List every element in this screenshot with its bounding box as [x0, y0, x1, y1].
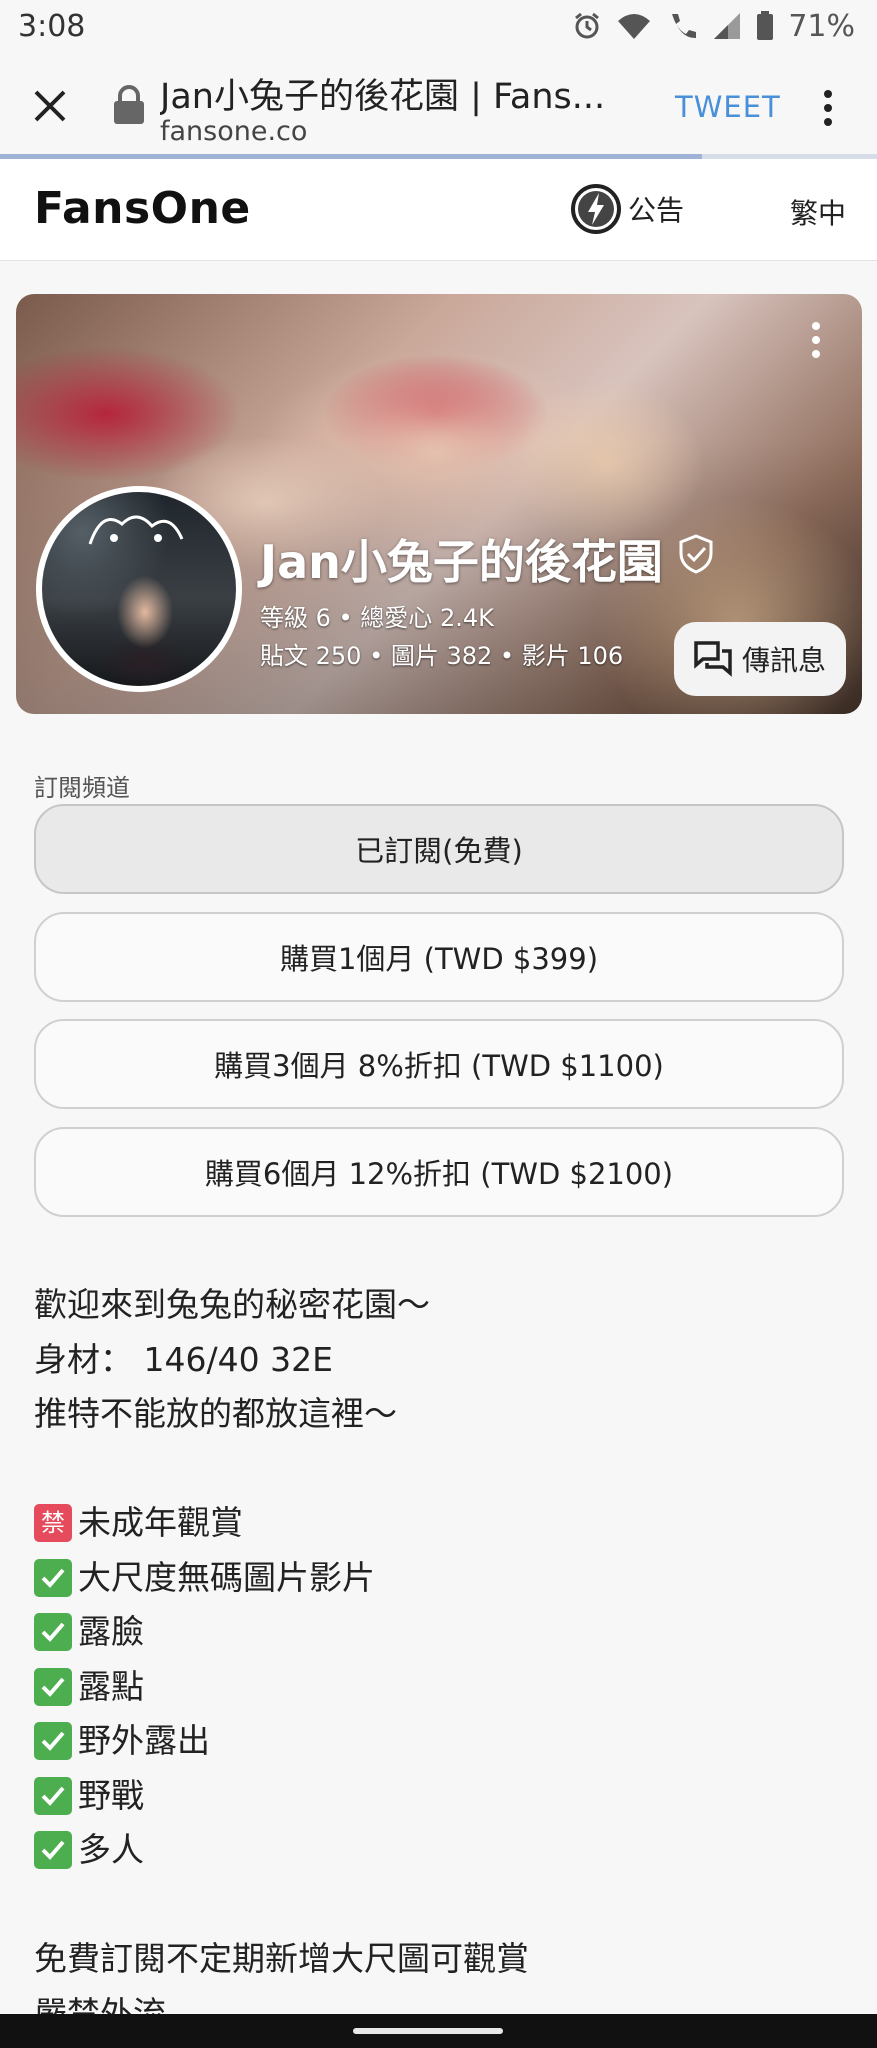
wifi-icon — [618, 14, 651, 39]
profile-banner: Jan小兔子的後花園 等級 6 • 總愛心 2.4K 貼文 250 • 圖片 3… — [16, 294, 862, 714]
status-time: 3:08 — [18, 8, 86, 44]
description-ban-text: 未成年觀賞 — [78, 1503, 243, 1542]
check-mark-icon — [34, 1558, 72, 1597]
status-icons: 71% — [572, 9, 855, 44]
description-check-text: 露點 — [78, 1666, 144, 1706]
check-mark-icon — [34, 1776, 72, 1815]
more-options-icon[interactable] — [818, 86, 838, 130]
lightning-icon — [571, 184, 621, 234]
site-header: FansOne 公告 繁中 — [0, 159, 877, 261]
description-check-line: 露臉 — [34, 1605, 844, 1660]
home-gesture-handle[interactable] — [353, 2028, 503, 2034]
system-navigation-bar — [0, 2014, 877, 2048]
description-line: 推特不能放的都放這裡～ — [34, 1394, 397, 1433]
browser-toolbar: Jan小兔子的後花園 | Fans... fansone.co TWEET — [0, 52, 877, 156]
description-check-line: 露點 — [34, 1660, 844, 1715]
description-ban-line: 禁 未成年觀賞 — [34, 1496, 844, 1551]
check-mark-icon — [34, 1722, 72, 1761]
battery-icon — [757, 11, 774, 40]
description-check-text: 多人 — [78, 1830, 144, 1869]
description-check-line: 野戰 — [34, 1769, 844, 1824]
description-line: 免費訂閱不定期新增大尺圖可觀賞 — [34, 1939, 529, 1978]
message-label: 傳訊息 — [741, 644, 826, 677]
buy-6-months-button[interactable]: 購買6個月 12%折扣 (TWD $2100) — [34, 1127, 844, 1217]
description-line: 歡迎來到兔兔的秘密花園～ — [34, 1285, 430, 1324]
description-check-line: 多人 — [34, 1823, 844, 1878]
check-mark-icon — [34, 1667, 72, 1706]
page-title[interactable]: Jan小兔子的後花園 | Fans... — [160, 68, 640, 119]
check-mark-icon — [34, 1613, 72, 1652]
alarm-icon — [575, 12, 600, 39]
battery-level: 71% — [788, 8, 855, 44]
description-check-text: 大尺度無碼圖片影片 — [78, 1557, 375, 1597]
lock-icon — [114, 85, 144, 124]
profile-description: 歡迎來到兔兔的秘密花園～ 身材： 146/40 32E 推特不能放的都放這裡～ … — [34, 1278, 844, 2041]
check-mark-icon — [34, 1831, 72, 1870]
language-selector[interactable]: 繁中 — [790, 192, 846, 232]
tweet-button[interactable]: TWEET — [675, 90, 781, 124]
prohibited-icon: 禁 — [34, 1504, 72, 1543]
description-check-text: 野外露出 — [78, 1721, 210, 1760]
close-icon[interactable] — [28, 84, 72, 128]
announcement-label: 公告 — [628, 194, 685, 227]
url-domain[interactable]: fansone.co — [160, 116, 307, 147]
message-button[interactable]: 傳訊息 — [674, 622, 846, 696]
avatar-doodle — [88, 515, 184, 545]
subscription-section-label: 訂閱頻道 — [34, 774, 130, 802]
buy-1-month-button[interactable]: 購買1個月 (TWD $399) — [34, 912, 844, 1002]
verified-icon — [679, 534, 713, 574]
profile-stats-level: 等級 6 • 總愛心 2.4K — [260, 604, 494, 632]
banner-more-icon[interactable] — [806, 318, 826, 362]
status-bar: 3:08 71% — [0, 0, 877, 52]
chat-icon — [694, 641, 732, 677]
call-icon — [672, 14, 697, 39]
profile-stats-content: 貼文 250 • 圖片 382 • 影片 106 — [260, 642, 624, 670]
buy-3-months-button[interactable]: 購買3個月 8%折扣 (TWD $1100) — [34, 1019, 844, 1109]
profile-name: Jan小兔子的後花園 — [260, 535, 663, 589]
subscribed-free-button[interactable]: 已訂閱(免費) — [34, 804, 844, 894]
description-check-text: 野戰 — [78, 1775, 144, 1815]
signal-icon — [714, 13, 741, 39]
description-line: 身材： 146/40 32E — [34, 1339, 333, 1379]
brand-logo[interactable]: FansOne — [34, 183, 251, 234]
avatar[interactable] — [36, 486, 242, 692]
description-check-text: 露臉 — [78, 1612, 144, 1651]
description-check-line: 野外露出 — [34, 1714, 844, 1769]
description-check-line: 大尺度無碼圖片影片 — [34, 1551, 844, 1606]
announcement-button[interactable]: 公告 — [570, 183, 684, 235]
